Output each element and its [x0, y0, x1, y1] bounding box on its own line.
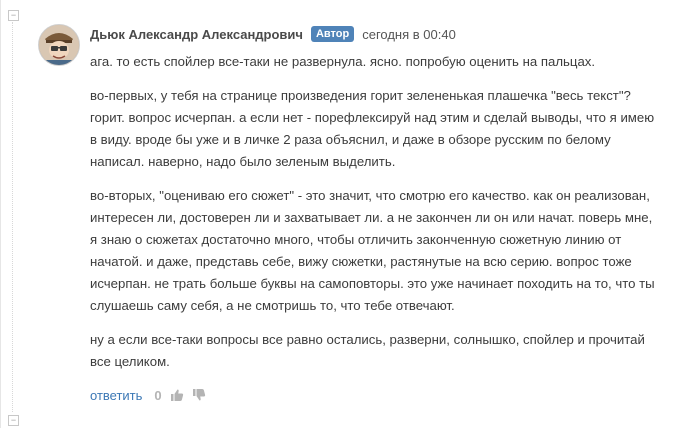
comment-paragraph: во-вторых, "оцениваю его сюжет" - это зн…	[90, 188, 655, 313]
rating-count: 0	[154, 387, 162, 403]
comment-header: Дьюк Александр Александрович Автор сегод…	[90, 24, 456, 44]
comment-paragraph: во-первых, у тебя на странице произведен…	[90, 88, 655, 169]
comment-footer: ответить 0	[90, 385, 206, 405]
collapse-thread-toggle[interactable]: −	[8, 10, 19, 21]
avatar[interactable]	[38, 24, 80, 66]
comment-timestamp[interactable]: сегодня в 00:40	[362, 27, 456, 42]
thread-line	[0, 0, 1, 428]
thread-connector	[12, 22, 13, 412]
comment-paragraph: ну а если все-таки вопросы все равно ост…	[90, 332, 645, 369]
comment-body: ага. то есть спойлер все-таки не разверн…	[90, 51, 660, 385]
thumb-up-icon[interactable]	[170, 388, 184, 402]
collapse-reply-toggle[interactable]: −	[8, 415, 19, 426]
thumb-down-icon[interactable]	[192, 388, 206, 402]
comment-paragraph: ага. то есть спойлер все-таки не разверн…	[90, 54, 596, 69]
author-name[interactable]: Дьюк Александр Александрович	[90, 27, 303, 42]
user-avatar-icon	[39, 25, 79, 65]
reply-button[interactable]: ответить	[90, 388, 142, 403]
author-badge: Автор	[310, 26, 355, 42]
